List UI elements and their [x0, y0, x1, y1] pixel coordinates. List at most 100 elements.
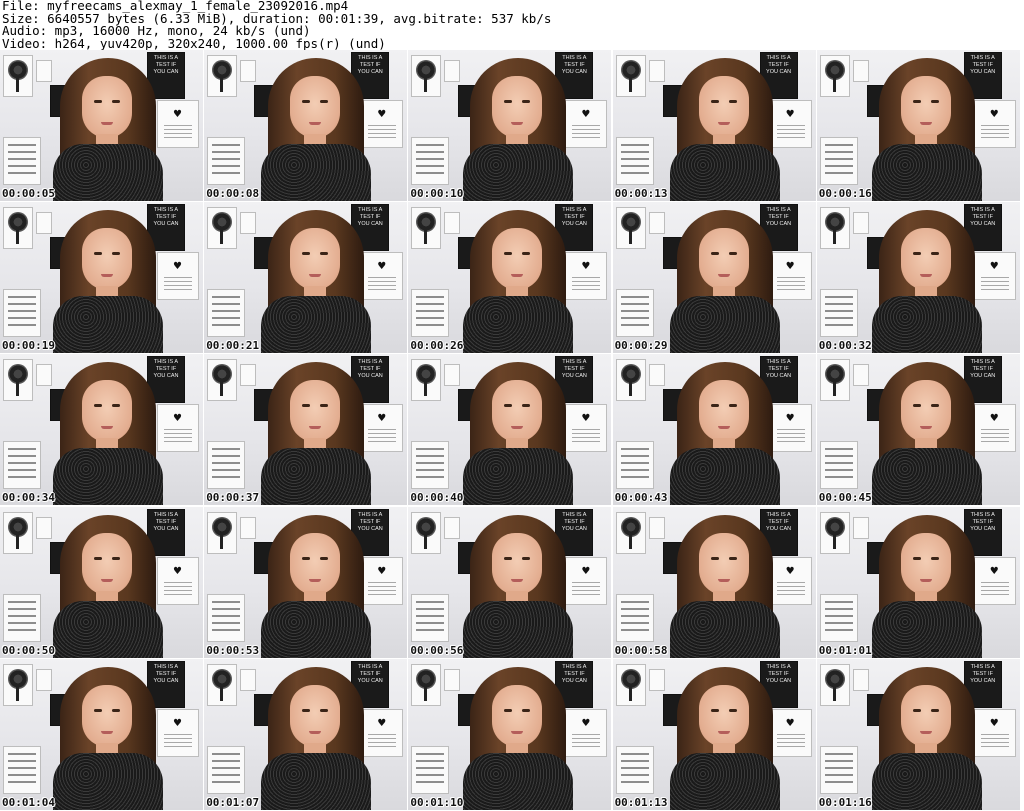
video-thumbnail: THIS IS A TEST IF YOU CAN ♥ 00:00:05 [0, 50, 203, 201]
tree-poster [615, 511, 646, 554]
heart-icon: ♥ [377, 717, 387, 729]
person-face [290, 684, 341, 747]
test-poster-text: THIS IS A TEST IF YOU CAN [970, 207, 996, 228]
tree-icon [824, 212, 845, 233]
video-thumbnail: THIS IS A TEST IF YOU CAN ♥ 00:00:10 [408, 50, 612, 201]
person-lace-top [261, 144, 372, 201]
heart-poster: ♥ [769, 556, 812, 605]
tree-trunk [424, 686, 428, 701]
heart-poster: ♥ [565, 708, 608, 757]
heart-icon: ♥ [173, 109, 182, 120]
heart-poster-lines [164, 581, 192, 596]
heart-icon: ♥ [785, 261, 795, 273]
tree-trunk [832, 534, 836, 549]
person-eye-right [522, 708, 531, 712]
video-thumbnail: THIS IS A TEST IF YOU CAN ♥ 00:00:21 [204, 202, 408, 354]
test-poster-text: THIS IS A TEST IF YOU CAN [561, 359, 587, 380]
text-poster-lines [824, 600, 853, 635]
person-lace-top [261, 448, 372, 506]
heart-poster-lines [776, 429, 805, 444]
tree-trunk [628, 534, 632, 549]
person-mouth [511, 122, 524, 125]
test-poster-text: THIS IS A TEST IF YOU CAN [561, 55, 587, 75]
text-poster [411, 289, 450, 338]
person-eye-right [320, 404, 329, 408]
test-poster-text: THIS IS A TEST IF YOU CAN [153, 207, 179, 228]
person-eye-left [302, 404, 311, 408]
video-thumbnail: THIS IS A TEST IF YOU CAN ♥ 00:01:13 [612, 658, 816, 810]
tree-poster [819, 511, 850, 554]
person-face [492, 684, 543, 747]
person-eye-left [302, 252, 311, 256]
text-poster-lines [620, 600, 649, 635]
person-eye-left [710, 252, 719, 256]
video-thumbnail: THIS IS A TEST IF YOU CAN ♥ 00:00:50 [0, 506, 203, 658]
tree-poster [3, 207, 33, 250]
thumbnail-timestamp: 00:00:45 [818, 491, 872, 505]
person-face [698, 380, 749, 443]
person-mouth [511, 426, 524, 430]
tree-trunk [628, 382, 632, 397]
thumbnail-timestamp: 00:00:40 [410, 491, 464, 505]
person-mouth [309, 426, 322, 430]
tree-trunk [424, 78, 428, 92]
person-eye-left [710, 404, 719, 408]
small-poster [444, 516, 461, 539]
tree-poster [819, 663, 850, 706]
person-mouth [309, 730, 322, 734]
person-lace-top [463, 752, 574, 810]
tree-icon [824, 364, 845, 385]
text-poster [615, 745, 654, 794]
heart-poster: ♥ [361, 252, 404, 301]
person-eye-left [504, 100, 513, 103]
video-thumbnail: THIS IS A TEST IF YOU CAN ♥ 00:00:13 [612, 50, 816, 201]
small-poster [648, 60, 665, 82]
person-face [492, 380, 543, 443]
heart-poster: ♥ [565, 556, 608, 605]
person-face [900, 684, 951, 747]
text-poster [819, 593, 858, 642]
text-poster-lines [620, 144, 649, 178]
heart-poster: ♥ [361, 708, 404, 757]
tree-icon [212, 212, 233, 233]
text-poster [411, 137, 450, 185]
tree-trunk [628, 78, 632, 92]
test-poster-text: THIS IS A TEST IF YOU CAN [357, 663, 383, 684]
text-poster-lines [8, 752, 36, 787]
thumbnail-timestamp: 00:01:10 [410, 795, 464, 809]
person-lace-top [463, 600, 574, 658]
text-poster [615, 593, 654, 642]
test-poster-text: THIS IS A TEST IF YOU CAN [561, 511, 587, 532]
small-poster [240, 668, 257, 691]
person-face [900, 532, 951, 595]
video-thumbnail: THIS IS A TEST IF YOU CAN ♥ 00:00:34 [0, 354, 203, 506]
thumbnail-timestamp: 00:00:32 [818, 339, 872, 353]
text-poster-lines [212, 600, 241, 635]
thumbnail-timestamp: 00:00:13 [614, 187, 668, 200]
heart-icon: ♥ [173, 261, 182, 273]
person-mouth [511, 578, 524, 582]
person-eye-right [728, 100, 737, 103]
thumbnail-timestamp: 00:01:01 [818, 643, 872, 657]
tree-poster [411, 207, 442, 250]
person-mouth [309, 578, 322, 582]
video-thumbnail: THIS IS A TEST IF YOU CAN ♥ 00:00:40 [408, 354, 612, 506]
small-poster [444, 364, 461, 387]
heart-poster: ♥ [973, 404, 1016, 453]
small-poster [852, 668, 869, 691]
person-face [698, 684, 749, 747]
small-poster [240, 364, 257, 387]
person-mouth [717, 122, 730, 125]
heart-poster-lines [776, 125, 805, 139]
thumbnail-timestamp: 00:00:34 [2, 491, 55, 505]
tree-poster [207, 207, 238, 250]
person-face [900, 76, 951, 138]
person-eye-left [912, 556, 921, 560]
video-thumbnail: THIS IS A TEST IF YOU CAN ♥ 00:00:32 [816, 202, 1020, 354]
tree-icon [212, 364, 233, 385]
heart-poster: ♥ [769, 100, 812, 148]
person-face [290, 228, 341, 291]
text-poster-lines [416, 448, 445, 483]
video-thumbnail: THIS IS A TEST IF YOU CAN ♥ 00:00:53 [204, 506, 408, 658]
tree-icon [416, 212, 437, 233]
